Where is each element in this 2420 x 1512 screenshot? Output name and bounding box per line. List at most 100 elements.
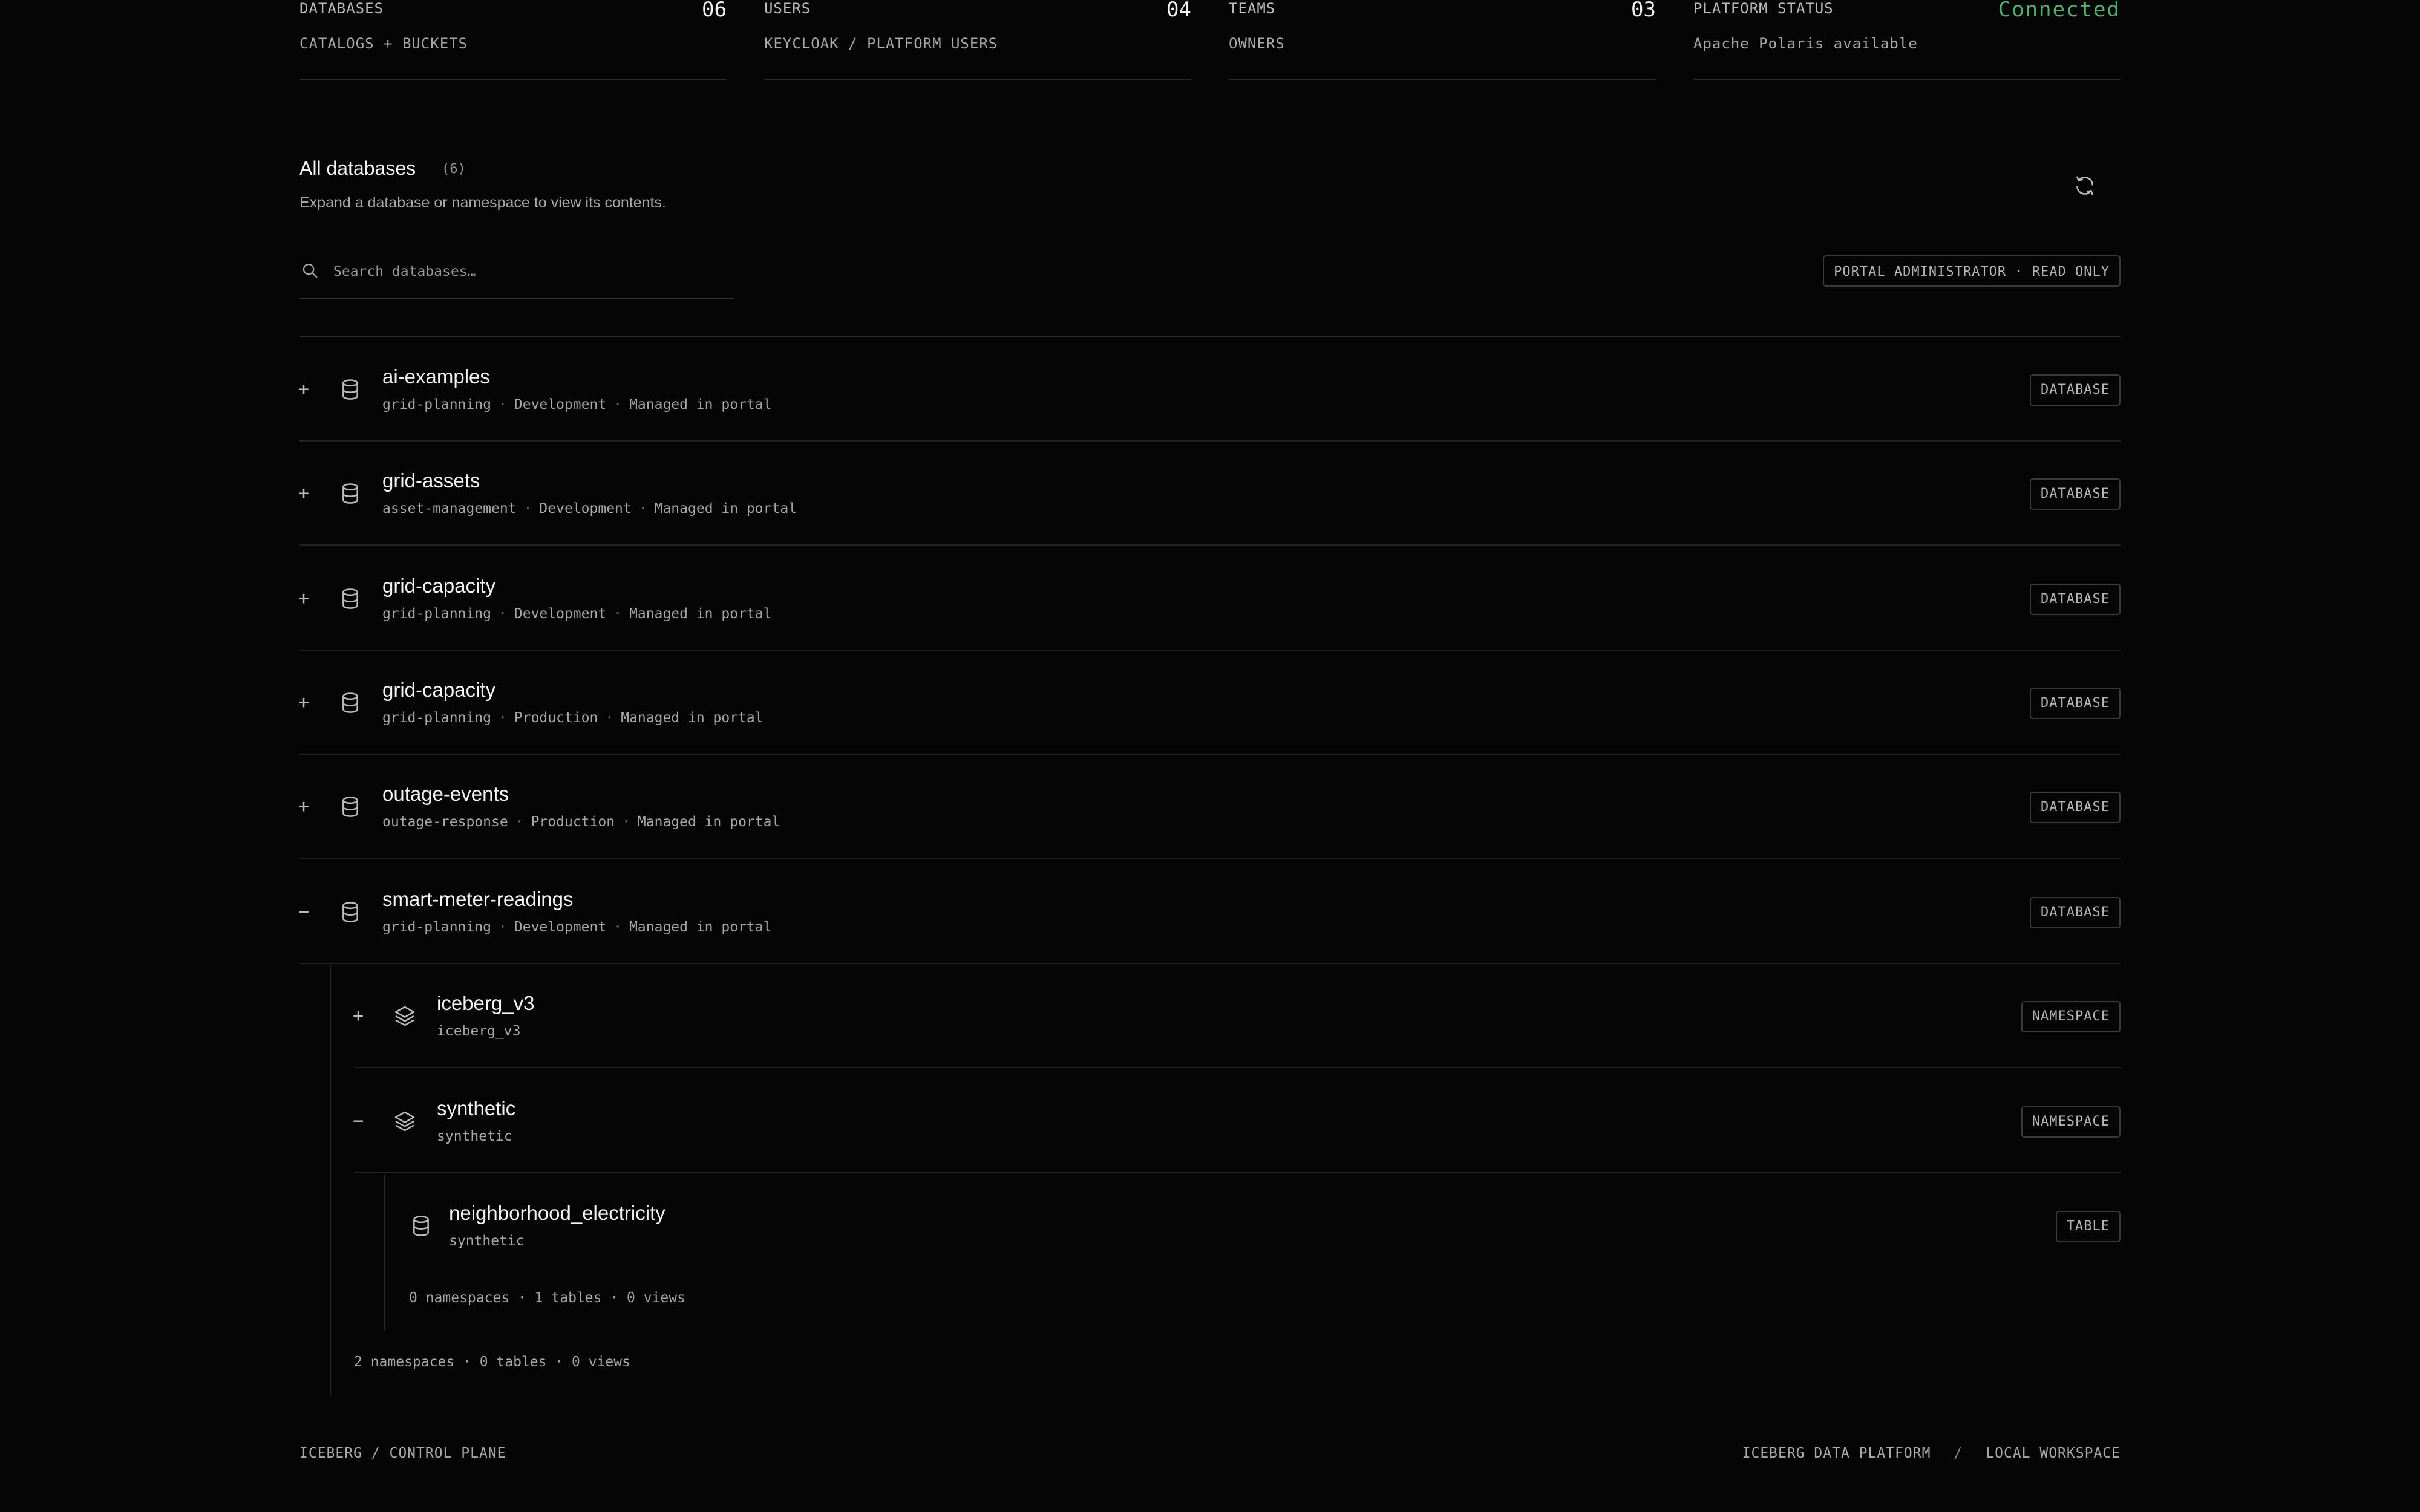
type-badge: DATABASE — [2030, 792, 2121, 823]
meta-separator: · — [523, 501, 532, 516]
stat-value: 06 — [702, 0, 727, 22]
meta-separator: · — [638, 501, 647, 516]
meta-separator: · — [499, 919, 507, 935]
expand-toggle[interactable]: + — [295, 547, 313, 651]
footer-platform: ICEBERG DATA PLATFORM — [1742, 1445, 1931, 1461]
search-input[interactable] — [332, 259, 722, 284]
footer-workspace: LOCAL WORKSPACE — [1986, 1445, 2121, 1461]
item-name[interactable]: neighborhood_electricity — [449, 1202, 666, 1225]
database-row[interactable]: + grid-capacity grid-planning · Production · M… — [298, 651, 2121, 755]
collapse-toggle[interactable]: − — [295, 860, 313, 964]
database-count: (6) — [442, 161, 466, 177]
stat-value: 04 — [1166, 0, 1191, 22]
database-icon — [338, 691, 362, 715]
meta-part: grid-planning — [382, 397, 492, 412]
meta-separator: · — [605, 710, 614, 726]
item-name[interactable]: iceberg_v3 — [437, 992, 534, 1015]
type-badge: DATABASE — [2030, 478, 2121, 510]
meta-part: Production — [514, 710, 598, 726]
stat-label: TEAMS — [1229, 0, 1276, 17]
refresh-icon[interactable] — [2073, 174, 2096, 197]
meta-part: synthetic — [437, 1129, 512, 1144]
meta-part: Managed in portal — [629, 919, 772, 935]
meta-separator: · — [622, 814, 630, 830]
stat-sub: CATALOGS + BUCKETS — [299, 35, 468, 52]
stat-label: DATABASES — [299, 0, 384, 17]
type-badge: TABLE — [2055, 1211, 2121, 1242]
type-badge: DATABASE — [2030, 584, 2121, 615]
namespace-row[interactable]: − synthetic synthetic NAMESPACE — [353, 1069, 2121, 1173]
item-name[interactable]: outage-events — [382, 783, 509, 806]
database-summary: 2 namespaces · 0 tables · 0 views — [354, 1354, 630, 1370]
tree-guide-line — [384, 1175, 385, 1331]
item-name[interactable]: smart-meter-readings — [382, 888, 573, 911]
namespace-summary: 0 namespaces · 1 tables · 0 views — [409, 1290, 685, 1306]
item-meta: synthetic — [437, 1129, 512, 1144]
stats-bar: DATABASES 06 CATALOGS + BUCKETS USERS 04… — [299, 0, 2121, 80]
expand-toggle[interactable]: + — [295, 442, 313, 546]
search-icon — [302, 263, 318, 278]
meta-part: Managed in portal — [637, 814, 780, 830]
meta-part: Development — [539, 501, 632, 516]
item-name[interactable]: grid-capacity — [382, 679, 495, 702]
stat-sub: OWNERS — [1229, 35, 1285, 52]
item-meta: synthetic — [449, 1233, 525, 1249]
meta-part: grid-planning — [382, 710, 492, 726]
item-meta: grid-planning · Development · Managed in por… — [382, 397, 771, 412]
meta-separator: · — [499, 397, 507, 412]
stat-label: USERS — [764, 0, 811, 17]
meta-part: grid-planning — [382, 606, 492, 622]
stat-value: 03 — [1631, 0, 1656, 22]
search-box — [299, 255, 734, 299]
item-meta: outage-response · Production · Managed in po… — [382, 814, 780, 830]
item-name[interactable]: grid-capacity — [382, 575, 495, 598]
item-meta: grid-planning · Development · Managed in por… — [382, 919, 771, 935]
meta-part: Managed in portal — [654, 501, 797, 516]
item-name[interactable]: grid-assets — [382, 469, 480, 492]
meta-part: Development — [514, 606, 607, 622]
item-meta: asset-management · Development · Managed in … — [382, 501, 797, 516]
database-row[interactable]: + outage-events outage-response · Production… — [298, 755, 2121, 859]
expand-toggle[interactable]: + — [349, 964, 367, 1068]
database-icon — [338, 481, 362, 506]
table-row[interactable]: neighborhood_electricity synthetic TABLE — [409, 1174, 2121, 1278]
meta-separator: · — [499, 710, 507, 726]
expand-toggle[interactable]: + — [295, 337, 313, 442]
stat-teams: TEAMS 03 OWNERS — [1229, 0, 1656, 80]
namespace-row[interactable]: + iceberg_v3 iceberg_v3 NAMESPACE — [353, 964, 2121, 1068]
type-badge: DATABASE — [2030, 688, 2121, 719]
expand-toggle[interactable]: + — [295, 755, 313, 859]
layers-icon — [393, 1109, 417, 1133]
item-name[interactable]: ai-examples — [382, 365, 490, 388]
meta-part: Production — [531, 814, 615, 830]
database-row[interactable]: − smart-meter-readings grid-planning · Devel… — [298, 860, 2121, 964]
meta-part: iceberg_v3 — [437, 1023, 521, 1039]
footer-breadcrumb: ICEBERG / CONTROL PLANE — [299, 1445, 506, 1461]
database-row[interactable]: + grid-assets asset-management · Development… — [298, 442, 2121, 546]
type-badge: DATABASE — [2030, 374, 2121, 406]
section-description: Expand a database or namespace to view i… — [299, 194, 666, 211]
layers-icon — [393, 1004, 417, 1028]
database-row[interactable]: + grid-capacity grid-planning · Development ·… — [298, 547, 2121, 651]
meta-part: Development — [514, 397, 607, 412]
item-meta: grid-planning · Production · Managed in port… — [382, 710, 764, 726]
meta-separator: · — [613, 397, 623, 412]
item-name[interactable]: synthetic — [437, 1097, 515, 1120]
meta-separator: · — [613, 919, 623, 935]
database-icon — [338, 795, 362, 819]
meta-part: Managed in portal — [621, 710, 764, 726]
item-meta: grid-planning · Development · Managed in por… — [382, 606, 771, 622]
database-row[interactable]: + ai-examples grid-planning · Development · Ma… — [298, 337, 2121, 442]
meta-separator: · — [515, 814, 524, 830]
page-title: All databases — [299, 157, 416, 179]
stat-sub: Apache Polaris available — [1693, 35, 1918, 52]
database-icon — [338, 900, 362, 924]
meta-separator: · — [613, 606, 623, 622]
footer-separator: / — [1954, 1445, 1963, 1461]
status-badge: Connected — [1998, 0, 2121, 22]
stat-label: PLATFORM STATUS — [1693, 0, 1834, 17]
expand-toggle[interactable]: + — [295, 651, 313, 755]
collapse-toggle[interactable]: − — [349, 1069, 367, 1173]
table-icon — [409, 1214, 433, 1238]
meta-part: synthetic — [449, 1233, 525, 1249]
